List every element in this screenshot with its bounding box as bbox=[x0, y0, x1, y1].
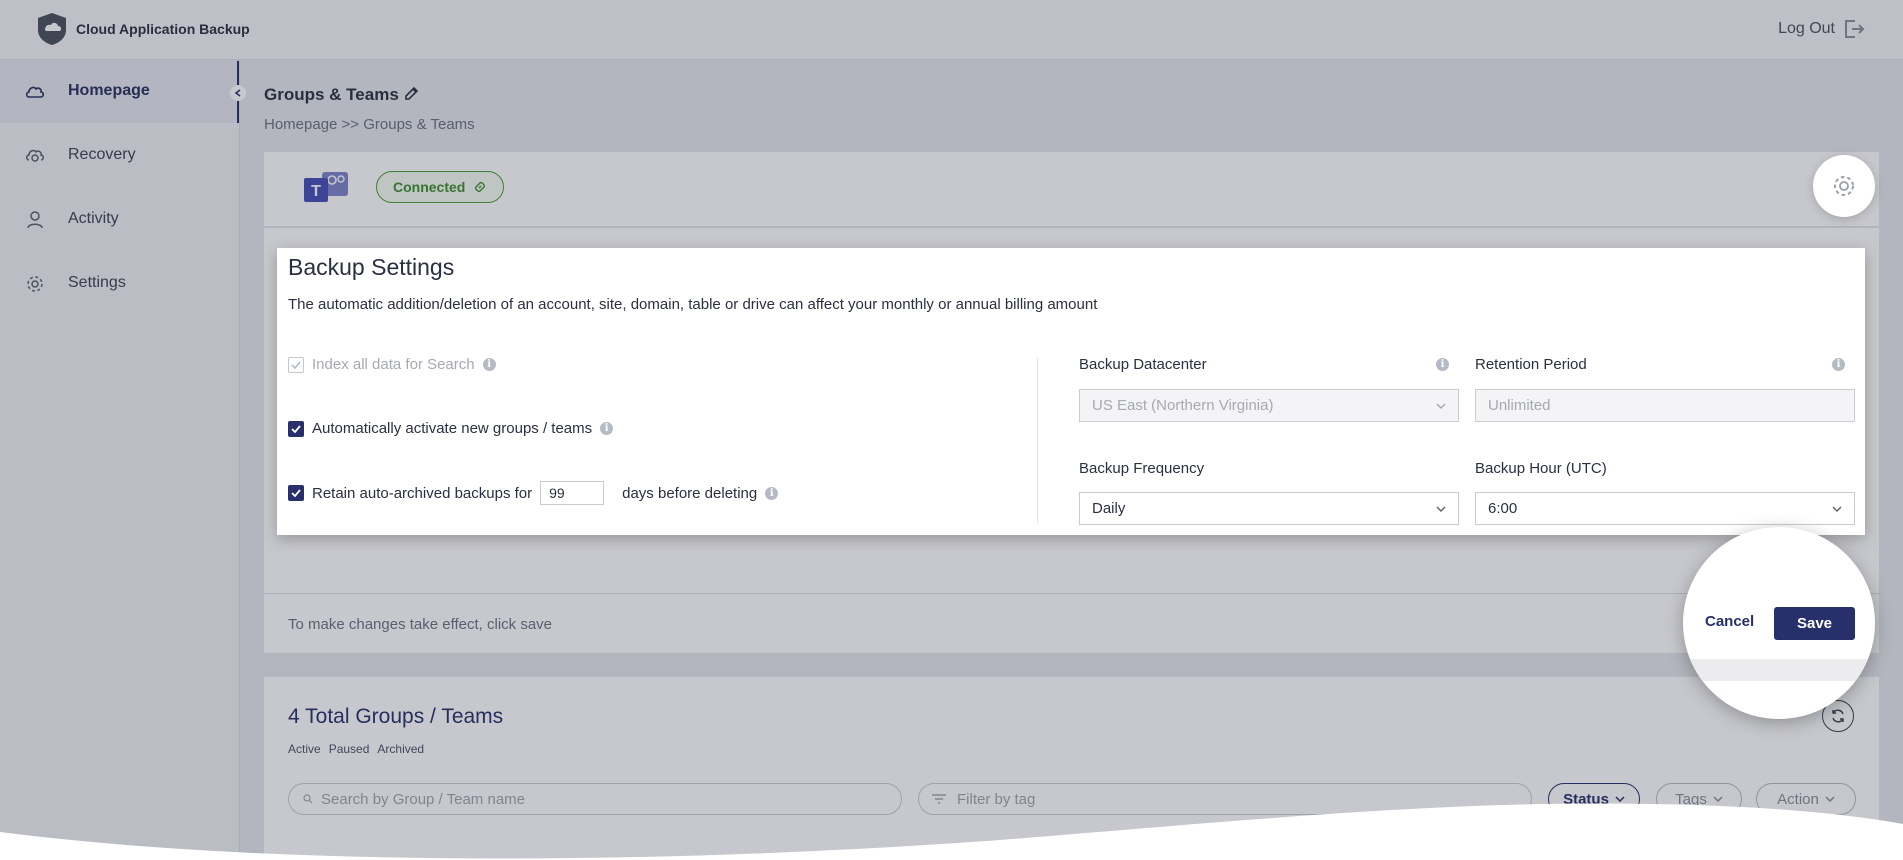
retention-label: Retention Period bbox=[1475, 356, 1587, 373]
datacenter-value: US East (Northern Virginia) bbox=[1092, 397, 1274, 414]
tab-paused[interactable]: Paused bbox=[329, 742, 370, 756]
hour-value: 6:00 bbox=[1488, 500, 1518, 517]
page-title: Groups & Teams bbox=[264, 85, 399, 104]
info-icon[interactable]: i bbox=[482, 358, 496, 371]
frequency-value: Daily bbox=[1092, 500, 1126, 517]
connection-status-label: Connected bbox=[393, 179, 466, 195]
top-bar: Cloud Application Backup Log Out bbox=[0, 0, 1903, 60]
divider bbox=[264, 593, 1879, 594]
sidebar-item-label: Activity bbox=[68, 210, 119, 227]
teams-logo-icon: T bbox=[304, 172, 348, 202]
logout-icon bbox=[1845, 20, 1865, 38]
check-icon bbox=[291, 424, 301, 433]
chevron-down-icon bbox=[1832, 506, 1842, 512]
retention-input: Unlimited bbox=[1475, 389, 1855, 422]
logout-label: Log Out bbox=[1778, 20, 1835, 37]
hour-select[interactable]: 6:00 bbox=[1475, 492, 1855, 525]
retain-suffix-label: days before deleting bbox=[622, 484, 758, 502]
cloud-icon bbox=[25, 86, 45, 98]
groups-total: 4 Total Groups / Teams bbox=[288, 705, 504, 728]
chevron-left-icon bbox=[234, 89, 241, 97]
tab-active[interactable]: Active bbox=[288, 742, 321, 756]
check-icon bbox=[291, 360, 301, 369]
save-button[interactable]: Save bbox=[1774, 607, 1855, 640]
app-logo-icon bbox=[38, 13, 66, 45]
sidebar-item-activity[interactable]: Activity bbox=[0, 189, 238, 251]
backup-settings-description: The automatic addition/deletion of an ac… bbox=[288, 296, 1098, 313]
gear-icon bbox=[1834, 176, 1854, 196]
sidebar-item-recovery[interactable]: Recovery bbox=[0, 125, 238, 187]
refresh-icon bbox=[1832, 709, 1844, 723]
info-icon[interactable]: i bbox=[600, 422, 614, 435]
index-search-label: Index all data for Search bbox=[312, 356, 475, 373]
connection-status-badge: Connected bbox=[376, 171, 505, 203]
decorative-wave bbox=[0, 803, 1903, 860]
status-tabs: Active Paused Archived bbox=[288, 742, 424, 756]
info-icon[interactable]: i bbox=[765, 486, 779, 500]
app-name: Cloud Application Backup bbox=[76, 21, 250, 37]
column-divider bbox=[1037, 358, 1038, 523]
hour-label: Backup Hour (UTC) bbox=[1475, 460, 1607, 477]
auto-activate-option: Automatically activate new groups / team… bbox=[288, 420, 614, 437]
cancel-button[interactable]: Cancel bbox=[1705, 613, 1754, 630]
sidebar-item-label: Recovery bbox=[68, 146, 136, 163]
breadcrumb[interactable]: Homepage >> Groups & Teams bbox=[264, 116, 475, 133]
auto-activate-label: Automatically activate new groups / team… bbox=[312, 420, 593, 437]
tab-archived[interactable]: Archived bbox=[377, 742, 424, 756]
retain-archived-label: Retain auto-archived backups for bbox=[312, 484, 533, 502]
svg-text:T: T bbox=[311, 183, 321, 200]
backup-settings-title: Backup Settings bbox=[288, 254, 455, 280]
action-spotlight: Cancel Save bbox=[1683, 527, 1875, 719]
collapse-sidebar-button[interactable] bbox=[230, 85, 246, 101]
datacenter-select: US East (Northern Virginia) bbox=[1079, 389, 1459, 422]
frequency-label: Backup Frequency bbox=[1079, 460, 1205, 477]
index-search-checkbox bbox=[288, 356, 304, 373]
pencil-icon[interactable] bbox=[403, 86, 419, 102]
info-icon[interactable]: i bbox=[1832, 358, 1845, 371]
sidebar-item-settings[interactable]: Settings bbox=[0, 253, 238, 315]
sidebar-item-label: Homepage bbox=[68, 82, 150, 99]
retain-archived-option: Retain auto-archived backups for days be… bbox=[288, 481, 779, 505]
auto-activate-checkbox[interactable] bbox=[288, 420, 304, 437]
datacenter-label: Backup Datacenter bbox=[1079, 356, 1207, 373]
sidebar-item-label: Settings bbox=[68, 274, 126, 291]
logout-button[interactable]: Log Out bbox=[1778, 19, 1865, 39]
chevron-down-icon bbox=[1436, 506, 1446, 512]
info-icon[interactable]: i bbox=[1436, 358, 1449, 371]
retain-archived-checkbox[interactable] bbox=[288, 485, 304, 501]
integration-card: T Connected bbox=[264, 152, 1879, 227]
save-hint: To make changes take effect, click save bbox=[288, 616, 553, 633]
backup-settings-panel: Backup Settings The automatic addition/d… bbox=[277, 248, 1865, 535]
sidebar-item-homepage[interactable]: Homepage bbox=[0, 61, 246, 123]
user-icon bbox=[27, 211, 43, 229]
chevron-down-icon bbox=[1436, 403, 1446, 409]
cloud-restore-icon bbox=[26, 149, 44, 162]
settings-gear-button[interactable] bbox=[1813, 155, 1875, 217]
frequency-select[interactable]: Daily bbox=[1079, 492, 1459, 525]
sidebar: Homepage Recovery Activity Settings bbox=[0, 61, 246, 860]
retain-days-input[interactable] bbox=[540, 481, 605, 505]
link-icon bbox=[475, 181, 486, 193]
check-icon bbox=[291, 489, 301, 497]
spotlight-band bbox=[1683, 659, 1875, 681]
index-search-option: Index all data for Search i bbox=[288, 356, 496, 373]
retention-placeholder: Unlimited bbox=[1488, 397, 1551, 414]
gear-icon bbox=[27, 276, 43, 292]
